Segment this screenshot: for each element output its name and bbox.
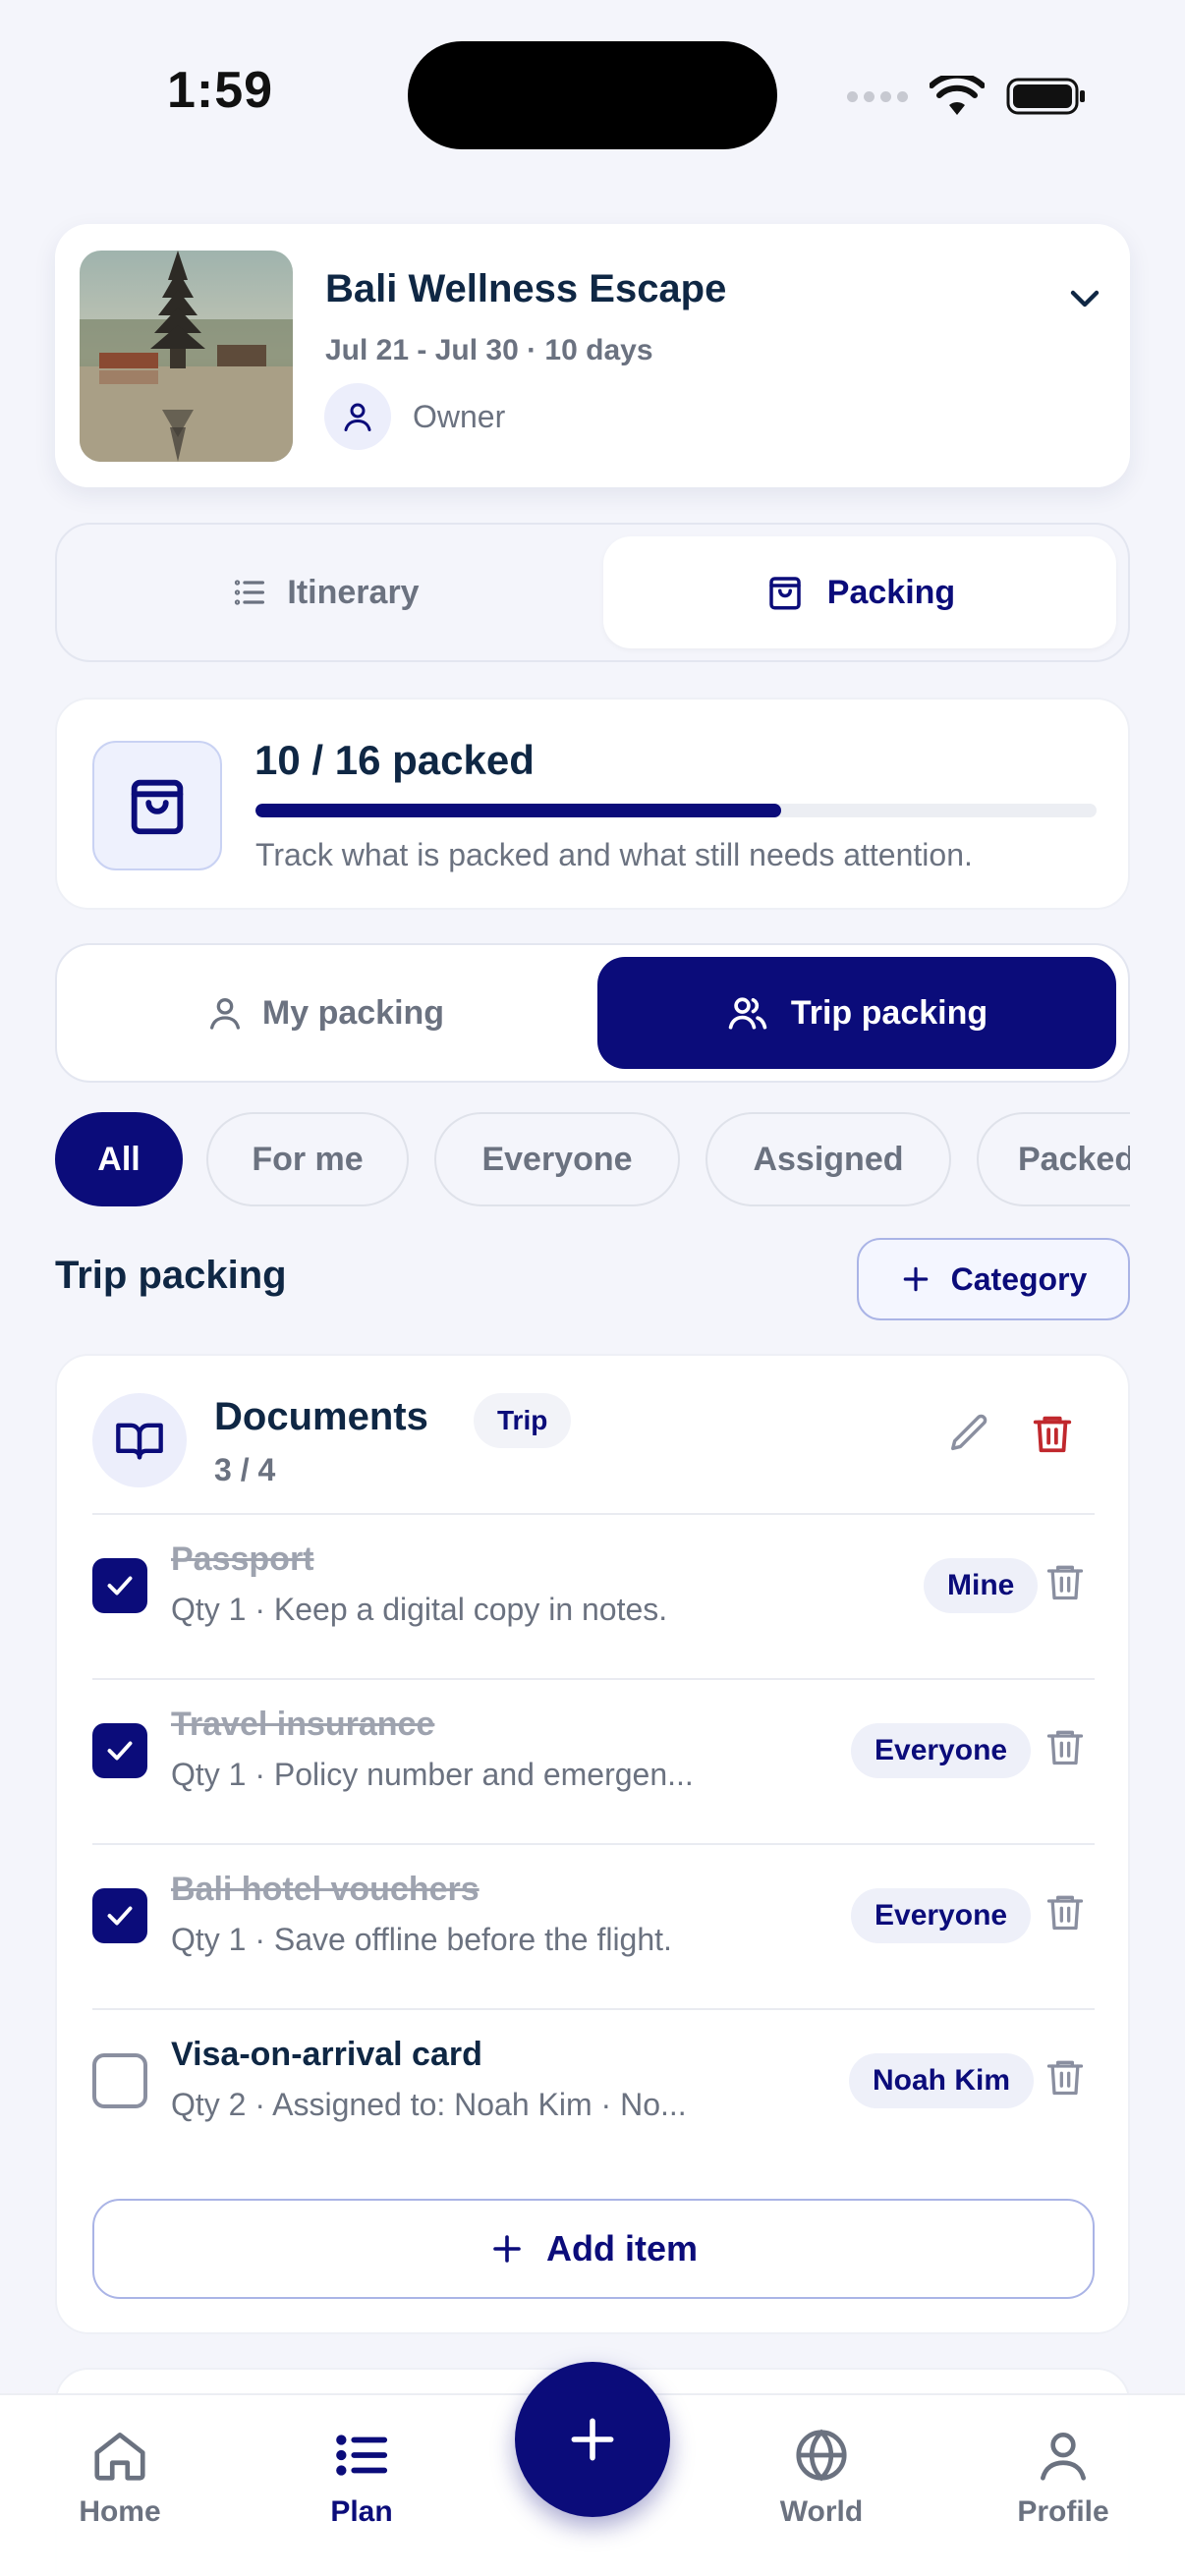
trip-thumbnail bbox=[80, 251, 293, 462]
tab-packing[interactable]: Packing bbox=[603, 536, 1116, 648]
progress-title: 10 / 16 packed bbox=[254, 737, 535, 783]
trip-card[interactable]: Bali Wellness Escape Jul 21 - Jul 30 · 1… bbox=[55, 224, 1130, 487]
bag-icon bbox=[131, 779, 184, 835]
item-assignee-badge: Noah Kim bbox=[849, 2053, 1035, 2108]
book-icon bbox=[116, 1423, 163, 1460]
scope-segmented-control: My packing Trip packing bbox=[55, 943, 1130, 1083]
edit-category-icon[interactable] bbox=[947, 1411, 992, 1456]
item-assignee-badge: Everyone bbox=[851, 1723, 1032, 1778]
view-segmented-control: Itinerary Packing bbox=[55, 523, 1130, 662]
tab-trip-packing-label: Trip packing bbox=[790, 993, 988, 1032]
status-icons bbox=[847, 69, 1087, 124]
section-title: Trip packing bbox=[55, 1254, 287, 1297]
category-tag: Trip bbox=[474, 1393, 572, 1448]
check-icon bbox=[107, 1906, 133, 1926]
item-checkbox[interactable] bbox=[92, 2053, 147, 2108]
plus-icon bbox=[903, 1266, 928, 1292]
item-details: Qty 1 · Keep a digital copy in notes. bbox=[171, 1592, 668, 1627]
delete-item-icon[interactable] bbox=[1044, 1560, 1087, 1603]
battery-icon bbox=[1006, 78, 1085, 115]
tab-my-packing[interactable]: My packing bbox=[57, 945, 592, 1081]
item-details: Qty 2 · Assigned to: Noah Kim · No... bbox=[171, 2087, 687, 2122]
list-icon bbox=[235, 580, 265, 605]
signal-icon bbox=[847, 90, 908, 102]
home-icon bbox=[94, 2433, 145, 2481]
add-item-button[interactable]: Add item bbox=[92, 2199, 1095, 2299]
trip-title: Bali Wellness Escape bbox=[325, 267, 727, 310]
bag-icon bbox=[769, 577, 801, 610]
add-item-label: Add item bbox=[545, 2228, 698, 2268]
nav-home[interactable]: Home bbox=[22, 2425, 218, 2529]
check-icon bbox=[107, 1741, 133, 1761]
check-icon bbox=[107, 1576, 133, 1596]
item-name: Visa-on-arrival card bbox=[171, 2036, 482, 2073]
item-checkbox[interactable] bbox=[92, 1558, 147, 1613]
item-details: Qty 1 · Save offline before the flight. bbox=[171, 1922, 672, 1957]
packing-progress-card: 10 / 16 packed Track what is packed and … bbox=[55, 698, 1130, 910]
progress-bar-fill bbox=[255, 804, 781, 817]
delete-item-icon[interactable] bbox=[1044, 2055, 1087, 2099]
filter-chip-packed[interactable]: Packed bbox=[977, 1112, 1130, 1206]
item-name: Bali hotel vouchers bbox=[171, 1871, 480, 1908]
plus-icon bbox=[493, 2235, 521, 2263]
item-checkbox[interactable] bbox=[92, 1888, 147, 1943]
nav-profile[interactable]: Profile bbox=[965, 2425, 1161, 2529]
progress-subtitle: Track what is packed and what still need… bbox=[255, 837, 973, 872]
add-category-button[interactable]: Category bbox=[857, 1238, 1130, 1320]
delete-category-icon[interactable] bbox=[1030, 1411, 1075, 1456]
category-card-documents: Documents Trip 3 / 4 Passport Qty 1 · Ke… bbox=[55, 1354, 1130, 2334]
nav-plan[interactable]: Plan bbox=[263, 2425, 460, 2529]
user-icon bbox=[209, 997, 240, 1030]
plus-icon bbox=[571, 2418, 614, 2461]
trip-role: Owner bbox=[413, 399, 506, 434]
packing-item: Travel insurance Qty 1 · Policy number a… bbox=[92, 1680, 1095, 1843]
item-assignee-badge: Everyone bbox=[851, 1888, 1032, 1943]
dynamic-island bbox=[408, 41, 777, 149]
nav-world[interactable]: World bbox=[723, 2425, 920, 2529]
globe-icon bbox=[796, 2429, 847, 2482]
filter-chips: All For me Everyone Assigned Packed bbox=[55, 1112, 1130, 1206]
category-icon bbox=[92, 1393, 187, 1487]
item-checkbox[interactable] bbox=[92, 1723, 147, 1778]
nav-home-label: Home bbox=[79, 2495, 161, 2528]
tab-itinerary-label: Itinerary bbox=[287, 573, 420, 611]
tab-itinerary[interactable]: Itinerary bbox=[57, 525, 592, 660]
nav-world-label: World bbox=[779, 2495, 864, 2528]
tab-my-packing-label: My packing bbox=[261, 993, 445, 1032]
progress-bar bbox=[255, 804, 1097, 817]
item-name: Passport bbox=[171, 1540, 314, 1578]
wifi-icon bbox=[930, 76, 985, 115]
nav-plan-label: Plan bbox=[330, 2495, 393, 2528]
item-details: Qty 1 · Policy number and emergen... bbox=[171, 1757, 694, 1792]
user-icon bbox=[344, 403, 371, 431]
filter-chip-for-me[interactable]: For me bbox=[206, 1112, 409, 1206]
category-count: 3 / 4 bbox=[214, 1452, 276, 1487]
nav-profile-label: Profile bbox=[1017, 2495, 1109, 2528]
users-icon bbox=[728, 997, 767, 1030]
packing-item: Bali hotel vouchers Qty 1 · Save offline… bbox=[92, 1845, 1095, 2008]
delete-item-icon[interactable] bbox=[1044, 1890, 1087, 1933]
profile-icon bbox=[1041, 2433, 1086, 2481]
status-time: 1:59 bbox=[167, 62, 274, 119]
delete-item-icon[interactable] bbox=[1044, 1725, 1087, 1768]
packing-item: Visa-on-arrival card Qty 2 · Assigned to… bbox=[92, 2010, 1095, 2173]
item-name: Travel insurance bbox=[171, 1706, 435, 1743]
packing-item: Passport Qty 1 · Keep a digital copy in … bbox=[92, 1515, 1095, 1678]
item-assignee-badge: Mine bbox=[924, 1558, 1039, 1613]
plan-list-icon bbox=[336, 2435, 388, 2476]
trip-dates: Jul 21 - Jul 30 · 10 days bbox=[325, 334, 653, 366]
filter-chip-all[interactable]: All bbox=[55, 1112, 183, 1206]
filter-chip-everyone[interactable]: Everyone bbox=[434, 1112, 680, 1206]
add-fab-button[interactable] bbox=[515, 2362, 670, 2517]
add-category-label: Category bbox=[950, 1260, 1088, 1297]
category-title: Documents bbox=[214, 1395, 428, 1438]
chevron-down-icon[interactable] bbox=[1061, 275, 1108, 322]
tab-trip-packing[interactable]: Trip packing bbox=[597, 957, 1116, 1069]
filter-chip-assigned[interactable]: Assigned bbox=[705, 1112, 951, 1206]
owner-avatar bbox=[324, 383, 391, 450]
progress-bag-badge bbox=[92, 741, 222, 870]
tab-packing-label: Packing bbox=[826, 573, 956, 611]
